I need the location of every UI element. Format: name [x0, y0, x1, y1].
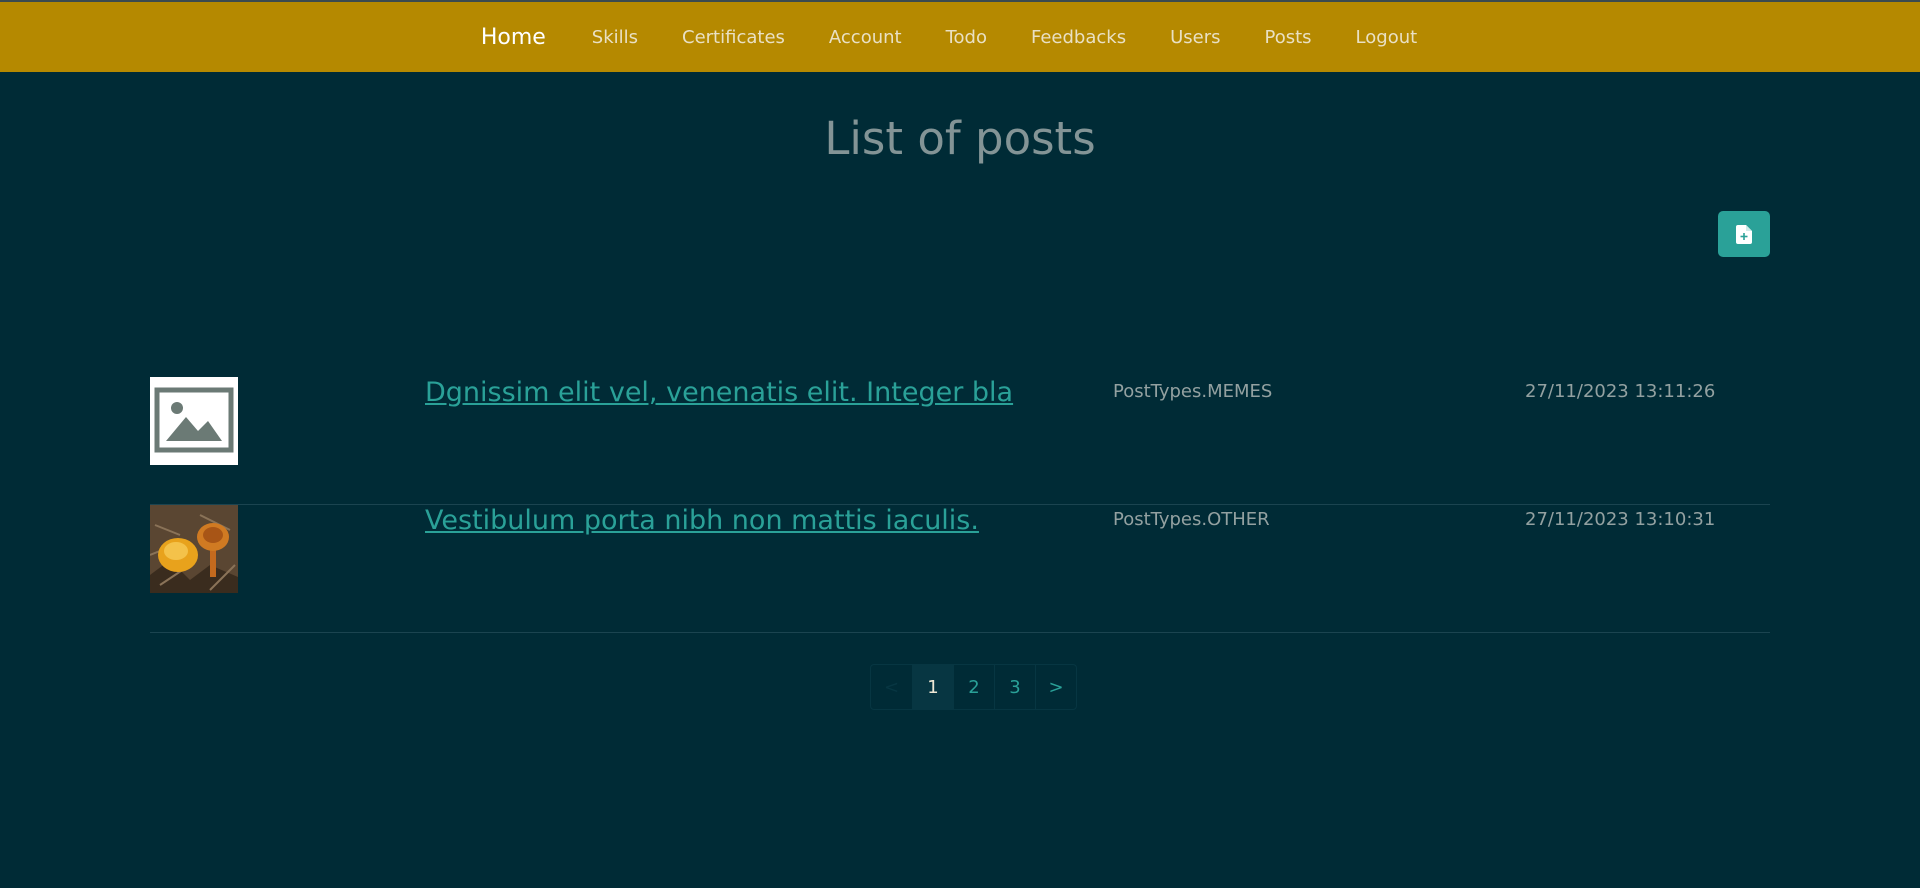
page-title: List of posts [824, 112, 1096, 165]
pagination: < 1 2 3 > [870, 664, 1077, 710]
nav-link-logout[interactable]: Logout [1356, 27, 1418, 48]
mushroom-photo [150, 505, 238, 593]
nav-link-posts[interactable]: Posts [1265, 27, 1312, 48]
pagination-prev[interactable]: < [871, 665, 912, 709]
nav-brand-home[interactable]: Home [481, 25, 546, 50]
pagination-page-2[interactable]: 2 [953, 665, 994, 709]
post-row: Vestibulum porta nibh non mattis iaculis… [150, 505, 1770, 633]
post-thumbnail [150, 377, 238, 465]
nav-link-account[interactable]: Account [829, 27, 902, 48]
post-type: PostTypes.MEMES [1113, 381, 1273, 402]
pagination-page-3[interactable]: 3 [994, 665, 1035, 709]
navbar: Home Skills Certificates Account Todo Fe… [0, 0, 1920, 72]
post-date: 27/11/2023 13:10:31 [1525, 509, 1716, 530]
post-thumbnail [150, 505, 238, 593]
post-title-link[interactable]: Vestibulum porta nibh non mattis iaculis… [425, 505, 979, 536]
pagination-next[interactable]: > [1035, 665, 1076, 709]
post-date: 27/11/2023 13:11:26 [1525, 381, 1716, 402]
new-post-button[interactable] [1718, 211, 1770, 257]
nav-link-certificates[interactable]: Certificates [682, 27, 785, 48]
post-row: Dgnissim elit vel, venenatis elit. Integ… [150, 377, 1770, 505]
nav-link-todo[interactable]: Todo [946, 27, 987, 48]
nav-link-skills[interactable]: Skills [592, 27, 638, 48]
post-type: PostTypes.OTHER [1113, 509, 1270, 530]
file-plus-icon [1736, 224, 1752, 244]
image-placeholder-icon [154, 387, 234, 453]
nav-inner: Home Skills Certificates Account Todo Fe… [0, 2, 1920, 72]
nav-link-users[interactable]: Users [1170, 27, 1220, 48]
pagination-page-1[interactable]: 1 [912, 665, 953, 709]
nav-link-feedbacks[interactable]: Feedbacks [1031, 27, 1126, 48]
post-title-link[interactable]: Dgnissim elit vel, venenatis elit. Integ… [425, 377, 1013, 408]
